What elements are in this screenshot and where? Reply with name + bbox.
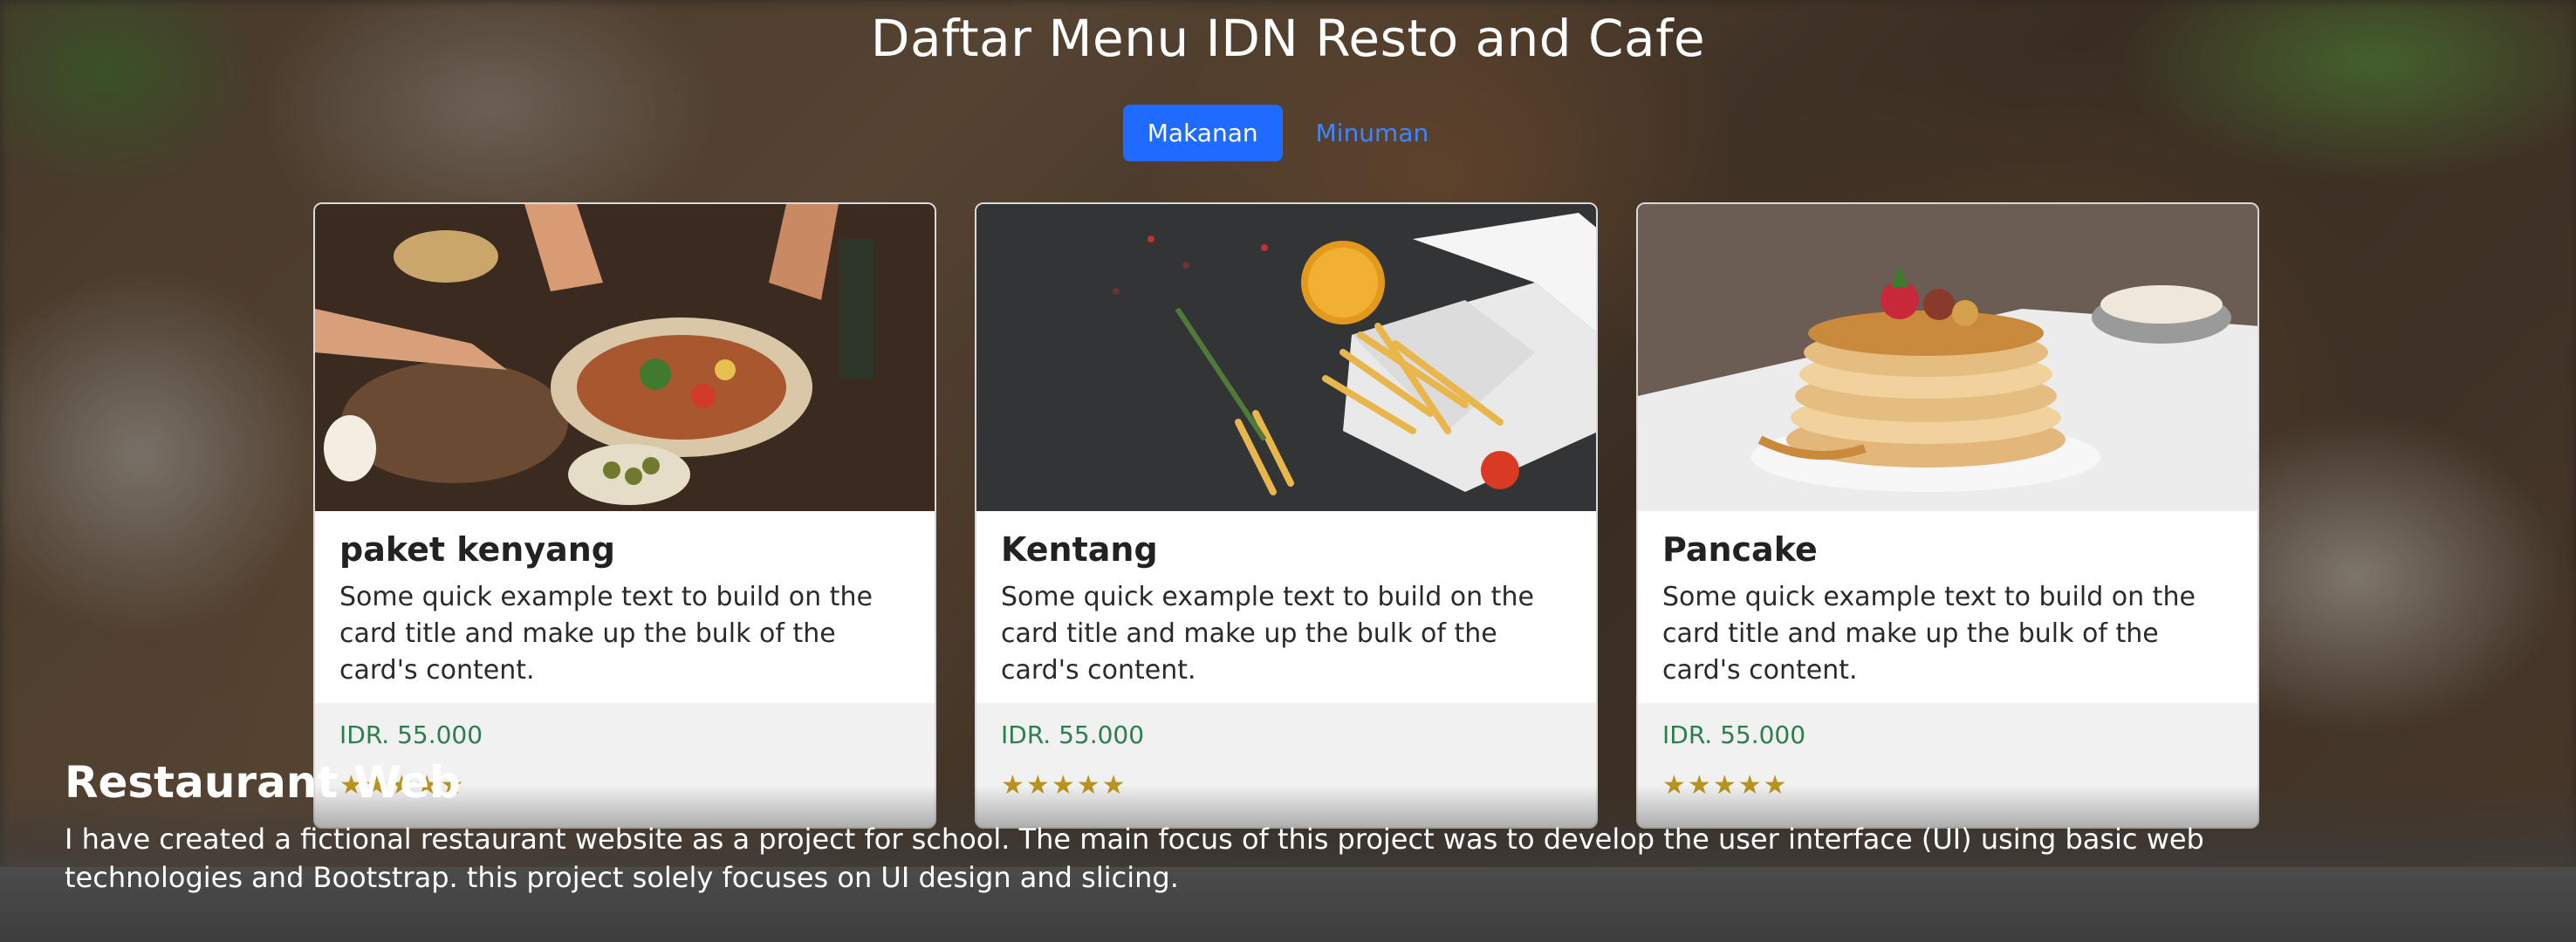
card-description: Some quick example text to build on the …	[1001, 582, 1534, 686]
page-title: Daftar Menu IDN Resto and Cafe	[870, 9, 1706, 68]
menu-card[interactable]: Pancake Some quick example text to build…	[1636, 202, 2259, 829]
caption-title: Restaurant Web	[65, 757, 461, 808]
card-title: paket kenyang	[339, 530, 616, 569]
card-title: Pancake	[1662, 530, 1818, 569]
card-description: Some quick example text to build on the …	[339, 582, 873, 686]
party-feast-image	[315, 204, 935, 511]
project-caption: Restaurant Web I have created a fictiona…	[65, 757, 2333, 897]
menu-card[interactable]: Kentang Some quick example text to build…	[975, 202, 1598, 829]
tab-makanan[interactable]: Makanan	[1122, 105, 1283, 161]
pancake-stack-image	[1638, 204, 2257, 511]
card-price: IDR. 55.000	[1001, 720, 1145, 749]
card-title: Kentang	[1001, 530, 1158, 569]
menu-tabs: Makanan Minuman	[0, 105, 2576, 161]
menu-card[interactable]: paket kenyang Some quick example text to…	[313, 202, 936, 829]
card-price: IDR. 55.000	[1662, 720, 1806, 749]
menu-card-list: paket kenyang Some quick example text to…	[313, 202, 2259, 829]
card-price: IDR. 55.000	[339, 720, 483, 749]
caption-text: I have created a fictional restaurant we…	[65, 823, 2204, 894]
card-description: Some quick example text to build on the …	[1662, 582, 2196, 686]
french-fries-image	[976, 204, 1596, 511]
tab-minuman[interactable]: Minuman	[1291, 105, 1454, 161]
